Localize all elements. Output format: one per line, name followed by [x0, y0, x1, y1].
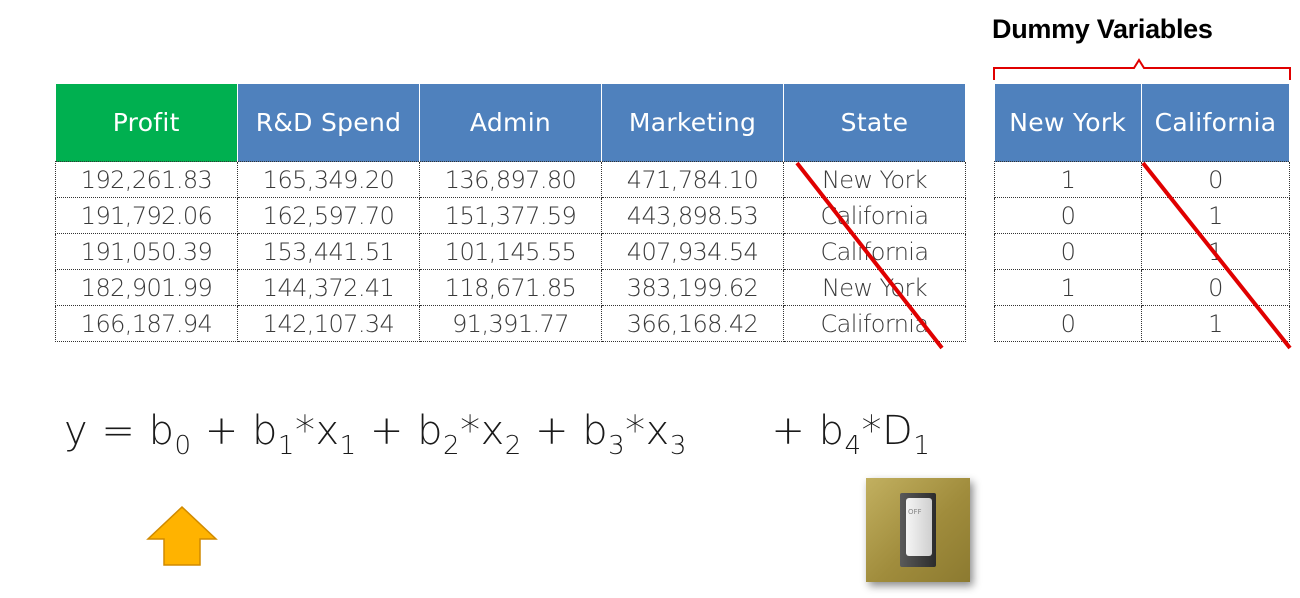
cell-rd-spend: 142,107.34 [237, 305, 420, 342]
eq-d1-sub: 1 [913, 431, 931, 461]
eq-b3: b [582, 408, 609, 454]
dummy-variables-brace [993, 58, 1291, 80]
eq-equals: = [101, 408, 136, 454]
header-row: New York California [994, 84, 1290, 162]
cell-new-york: 0 [994, 197, 1142, 234]
header-california: California [1141, 84, 1290, 162]
cell-california: 1 [1141, 197, 1290, 234]
cell-state: New York [783, 161, 966, 198]
cell-new-york: 1 [994, 161, 1142, 198]
eq-b1-sub: 1 [277, 431, 295, 461]
cell-california: 0 [1141, 269, 1290, 306]
eq-x3: x [645, 408, 670, 454]
eq-b2-sub: 2 [443, 431, 461, 461]
cell-admin: 91,391.77 [419, 305, 602, 342]
light-switch-icon: OFF [866, 478, 970, 582]
eq-b4: b [818, 408, 845, 454]
eq-star: * [861, 408, 882, 454]
cell-rd-spend: 165,349.20 [237, 161, 420, 198]
table-row: 1 0 [994, 161, 1290, 198]
dummy-variables-table: New York California 1 0 0 1 0 1 1 0 0 1 [994, 84, 1290, 342]
cell-california: 1 [1141, 305, 1290, 342]
header-rd-spend: R&D Spend [237, 84, 420, 162]
data-table: Profit R&D Spend Admin Marketing State 1… [55, 84, 966, 342]
table-row: 191,050.39 153,441.51 101,145.55 407,934… [55, 233, 966, 270]
table-row: 0 1 [994, 197, 1290, 234]
eq-star: * [460, 408, 481, 454]
cell-marketing: 407,934.54 [601, 233, 784, 270]
eq-b3-sub: 3 [608, 431, 626, 461]
eq-b0: b [148, 408, 175, 454]
cell-admin: 101,145.55 [419, 233, 602, 270]
table-row: 166,187.94 142,107.34 91,391.77 366,168.… [55, 305, 966, 342]
table-row: 192,261.83 165,349.20 136,897.80 471,784… [55, 161, 966, 198]
eq-x2: x [480, 408, 505, 454]
eq-b4-sub: 4 [844, 431, 862, 461]
cell-profit: 192,261.83 [55, 161, 238, 198]
header-admin: Admin [419, 84, 602, 162]
table-row: 0 1 [994, 233, 1290, 270]
cell-marketing: 471,784.10 [601, 161, 784, 198]
switch-toggle [906, 498, 932, 556]
cell-marketing: 366,168.42 [601, 305, 784, 342]
cell-california: 0 [1141, 161, 1290, 198]
cell-new-york: 0 [994, 305, 1142, 342]
eq-b0-sub: 0 [174, 431, 192, 461]
eq-y: y [64, 408, 89, 454]
cell-admin: 118,671.85 [419, 269, 602, 306]
eq-x1-sub: 1 [339, 431, 357, 461]
regression-equation: y = b0 + b1*x1 + b2*x2 + b3*x3 + b4*D1 [64, 408, 930, 459]
switch-off-label: OFF [908, 508, 922, 516]
header-profit: Profit [55, 84, 238, 162]
eq-x1: x [315, 408, 340, 454]
eq-b2: b [417, 408, 444, 454]
cell-profit: 191,050.39 [55, 233, 238, 270]
cell-california: 1 [1141, 233, 1290, 270]
table-row: 1 0 [994, 269, 1290, 306]
cell-new-york: 0 [994, 233, 1142, 270]
cell-state: California [783, 233, 966, 270]
cell-profit: 166,187.94 [55, 305, 238, 342]
eq-star: * [625, 408, 646, 454]
eq-plus: + [369, 408, 404, 454]
cell-state: California [783, 305, 966, 342]
eq-x3-sub: 3 [669, 431, 687, 461]
table-row: 191,792.06 162,597.70 151,377.59 443,898… [55, 197, 966, 234]
header-state: State [783, 84, 966, 162]
header-row: Profit R&D Spend Admin Marketing State [55, 84, 966, 162]
up-arrow-icon [146, 505, 218, 566]
cell-marketing: 383,199.62 [601, 269, 784, 306]
cell-rd-spend: 162,597.70 [237, 197, 420, 234]
cell-rd-spend: 144,372.41 [237, 269, 420, 306]
cell-admin: 136,897.80 [419, 161, 602, 198]
header-new-york: New York [994, 84, 1142, 162]
cell-marketing: 443,898.53 [601, 197, 784, 234]
eq-plus: + [535, 408, 570, 454]
eq-plus: + [204, 408, 239, 454]
cell-admin: 151,377.59 [419, 197, 602, 234]
eq-plus: + [771, 408, 806, 454]
cell-profit: 191,792.06 [55, 197, 238, 234]
table-row: 182,901.99 144,372.41 118,671.85 383,199… [55, 269, 966, 306]
cell-new-york: 1 [994, 269, 1142, 306]
cell-state: New York [783, 269, 966, 306]
eq-d1: D [882, 408, 914, 454]
eq-b1: b [252, 408, 278, 454]
cell-profit: 182,901.99 [55, 269, 238, 306]
eq-star: * [294, 408, 316, 454]
header-marketing: Marketing [601, 84, 784, 162]
slide-title: Dummy Variables [992, 14, 1213, 44]
cell-rd-spend: 153,441.51 [237, 233, 420, 270]
cell-state: California [783, 197, 966, 234]
eq-x2-sub: 2 [504, 431, 522, 461]
table-row: 0 1 [994, 305, 1290, 342]
